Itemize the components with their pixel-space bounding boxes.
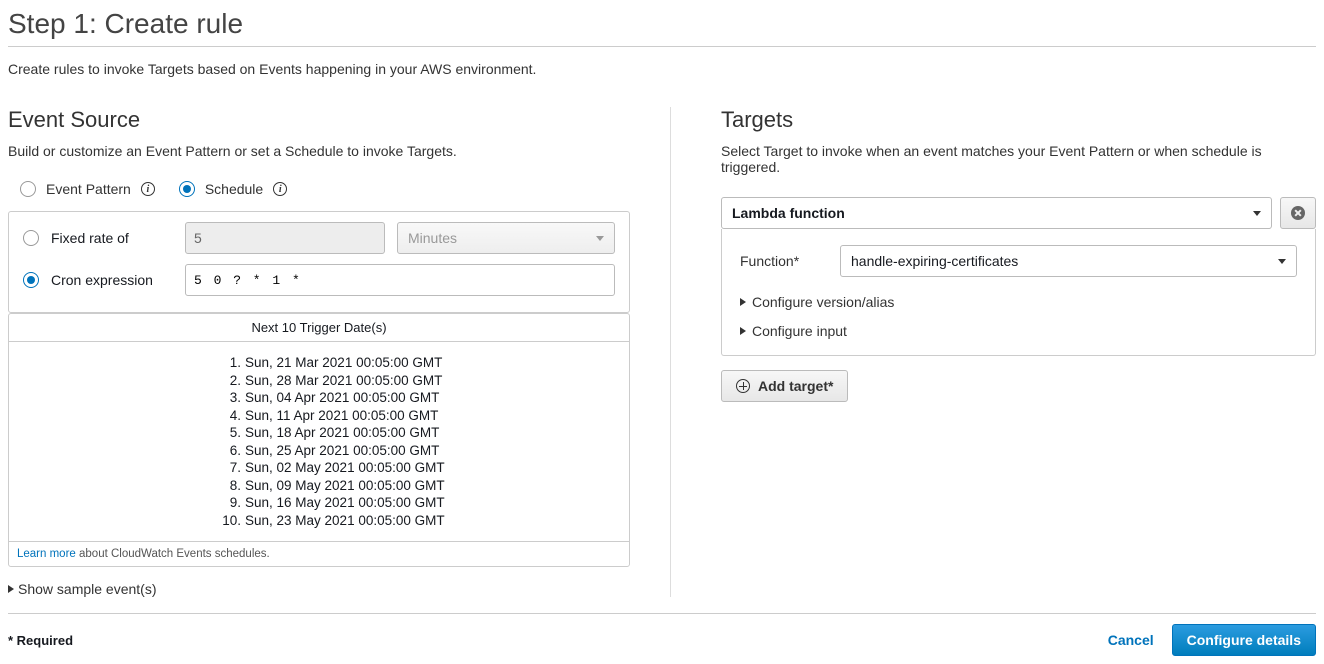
plus-icon (736, 379, 750, 393)
targets-section: Targets Select Target to invoke when an … (671, 107, 1316, 597)
configure-input[interactable]: Configure input (740, 323, 847, 339)
target-config-panel: Function* handle-expiring-certificates C… (721, 229, 1316, 356)
trigger-item: 10.Sun, 23 May 2021 00:05:00 GMT (9, 512, 629, 530)
cancel-button[interactable]: Cancel (1108, 632, 1154, 648)
learn-more-link[interactable]: Learn more (17, 548, 76, 560)
show-sample-events[interactable]: Show sample event(s) (8, 581, 157, 597)
trigger-item: 1.Sun, 21 Mar 2021 00:05:00 GMT (9, 354, 629, 372)
chevron-right-icon (8, 585, 14, 593)
cron-label: Cron expression (51, 272, 153, 288)
trigger-list: 1.Sun, 21 Mar 2021 00:05:00 GMT2.Sun, 28… (9, 354, 629, 529)
function-label: Function* (740, 253, 820, 269)
radio-icon (20, 181, 36, 197)
event-source-section: Event Source Build or customize an Event… (8, 107, 671, 597)
footer: * Required Cancel Configure details (8, 624, 1316, 656)
trigger-item: 6.Sun, 25 Apr 2021 00:05:00 GMT (9, 442, 629, 460)
schedule-footer: Learn more about CloudWatch Events sched… (9, 541, 629, 566)
intro-text: Create rules to invoke Targets based on … (8, 61, 1316, 77)
fixed-rate-radio[interactable] (23, 230, 39, 246)
fixed-rate-label: Fixed rate of (51, 230, 129, 246)
trigger-item: 4.Sun, 11 Apr 2021 00:05:00 GMT (9, 407, 629, 425)
info-icon[interactable]: i (273, 182, 287, 196)
trigger-item: 5.Sun, 18 Apr 2021 00:05:00 GMT (9, 424, 629, 442)
add-target-button[interactable]: Add target* (721, 370, 848, 402)
trigger-item: 2.Sun, 28 Mar 2021 00:05:00 GMT (9, 372, 629, 390)
chevron-right-icon (740, 327, 746, 335)
divider (8, 613, 1316, 614)
cron-radio[interactable] (23, 272, 39, 288)
schedule-box: Fixed rate of Minutes Cron expression (8, 211, 630, 313)
event-source-desc: Build or customize an Event Pattern or s… (8, 143, 630, 159)
chevron-down-icon (1278, 259, 1286, 264)
targets-heading: Targets (721, 107, 1316, 133)
radio-icon (179, 181, 195, 197)
function-select[interactable]: handle-expiring-certificates (840, 245, 1297, 277)
trigger-item: 7.Sun, 02 May 2021 00:05:00 GMT (9, 459, 629, 477)
trigger-item: 3.Sun, 04 Apr 2021 00:05:00 GMT (9, 389, 629, 407)
info-icon[interactable]: i (141, 182, 155, 196)
fixed-rate-input[interactable] (185, 222, 385, 254)
configure-details-button[interactable]: Configure details (1172, 624, 1316, 656)
targets-desc: Select Target to invoke when an event ma… (721, 143, 1316, 175)
cron-input[interactable] (185, 264, 615, 296)
target-type-select[interactable]: Lambda function (721, 197, 1272, 229)
schedule-radio[interactable]: Schedule i (179, 181, 287, 197)
configure-version-alias[interactable]: Configure version/alias (740, 294, 894, 310)
chevron-right-icon (740, 298, 746, 306)
event-source-heading: Event Source (8, 107, 630, 133)
close-icon (1291, 206, 1305, 220)
trigger-list-header: Next 10 Trigger Date(s) (9, 314, 629, 342)
remove-target-button[interactable] (1280, 197, 1316, 229)
trigger-list-box: Next 10 Trigger Date(s) 1.Sun, 21 Mar 20… (8, 313, 630, 567)
page-title: Step 1: Create rule (8, 8, 1316, 47)
event-pattern-radio[interactable]: Event Pattern i (20, 181, 155, 197)
required-note: * Required (8, 633, 73, 648)
fixed-rate-unit-select[interactable]: Minutes (397, 222, 615, 254)
trigger-item: 8.Sun, 09 May 2021 00:05:00 GMT (9, 477, 629, 495)
chevron-down-icon (1253, 211, 1261, 216)
chevron-down-icon (596, 236, 604, 241)
trigger-item: 9.Sun, 16 May 2021 00:05:00 GMT (9, 494, 629, 512)
